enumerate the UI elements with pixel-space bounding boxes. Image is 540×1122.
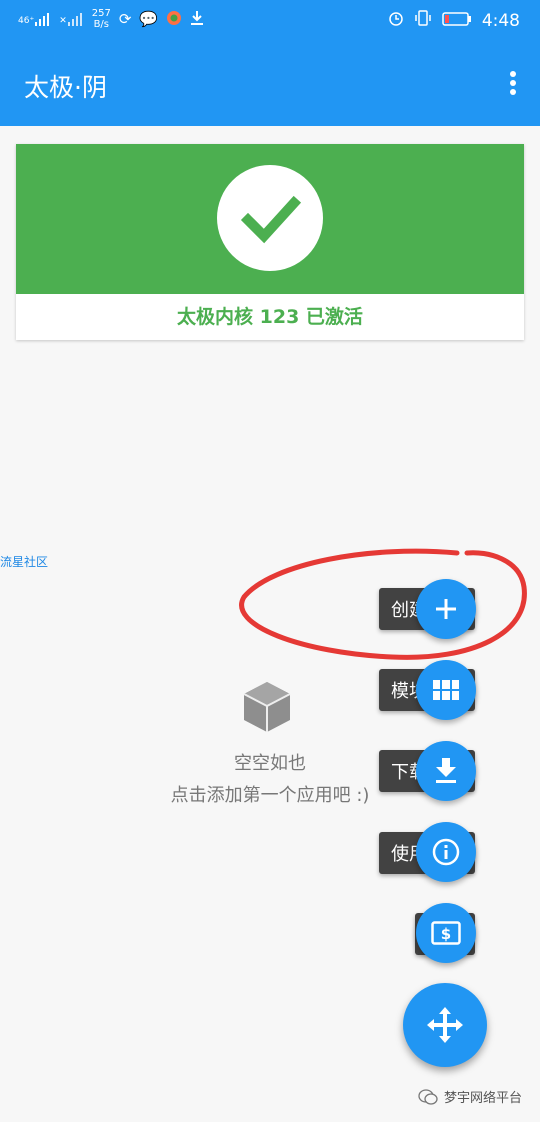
- overflow-menu-icon[interactable]: [508, 71, 518, 97]
- activation-status-card: 太极内核 123 已激活: [16, 144, 524, 340]
- module-manage-button[interactable]: [416, 660, 476, 720]
- app-title: 太极·阴: [24, 73, 107, 102]
- donate-button[interactable]: $: [416, 903, 476, 963]
- check-icon: [217, 165, 323, 271]
- money-icon: $: [431, 921, 461, 945]
- download-icon: [190, 10, 204, 29]
- clock: 4:48: [481, 10, 520, 31]
- download-module-button[interactable]: [416, 741, 476, 801]
- network-speed: 257 B/s: [92, 8, 111, 30]
- download-icon: [436, 758, 456, 783]
- sync-icon: ⟳: [118, 10, 132, 28]
- instructions-button[interactable]: [416, 822, 476, 882]
- speed-unit: B/s: [93, 19, 110, 30]
- vibrate-icon: [414, 10, 432, 31]
- signal-icon: 46⁺: [18, 12, 51, 26]
- watermark-text: 梦宇网络平台: [443, 1091, 522, 1106]
- wechat-icon: [418, 1088, 438, 1105]
- alarm-icon: [388, 10, 404, 31]
- svg-text:$: $: [441, 925, 451, 943]
- speed-value: 257: [91, 8, 111, 19]
- community-link[interactable]: 流星社区: [0, 553, 48, 570]
- app-icon: [166, 10, 182, 29]
- grid-icon: [433, 680, 459, 700]
- status-bar: 46⁺ ✕ 257 B/s ⟳ 💬 4:48: [0, 0, 540, 42]
- app-bar: 太极·阴: [0, 42, 540, 126]
- battery-icon: [442, 11, 472, 31]
- empty-line-2: 点击添加第一个应用吧 :): [170, 785, 370, 806]
- info-icon: [432, 838, 460, 866]
- empty-box-icon: [238, 678, 296, 736]
- status-banner: [16, 144, 524, 294]
- move-arrows-icon: [427, 1007, 463, 1043]
- status-text: 太极内核 123 已激活: [177, 306, 363, 328]
- signal2-icon: ✕: [59, 12, 84, 26]
- chat-icon: 💬: [139, 10, 159, 28]
- network-type: 46⁺: [18, 16, 35, 26]
- plus-icon: [436, 599, 456, 619]
- no-signal-mark: ✕: [59, 16, 67, 26]
- create-app-button[interactable]: [416, 579, 476, 639]
- empty-state-text: 空空如也 点击添加第一个应用吧 :): [130, 748, 410, 812]
- watermark: 梦宇网络平台: [418, 1087, 522, 1106]
- main-fab-button[interactable]: [403, 983, 487, 1067]
- empty-line-1: 空空如也: [234, 753, 306, 774]
